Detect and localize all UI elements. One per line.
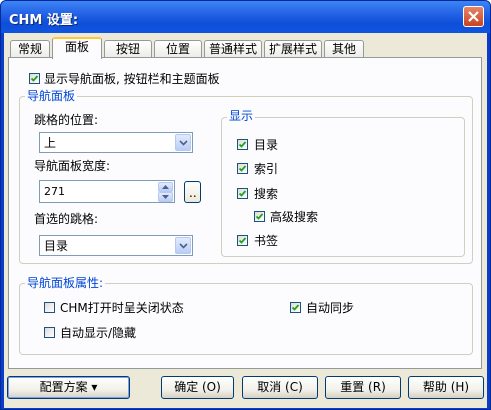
tab-extended-style[interactable]: 扩展样式	[264, 40, 322, 58]
show-search-checkbox[interactable]	[237, 188, 248, 199]
show-advanced-search-checkbox[interactable]	[254, 211, 265, 222]
display-group-title: 显示	[227, 109, 256, 123]
tab-normal-style[interactable]: 普通样式	[204, 40, 262, 58]
show-index-label: 索引	[254, 162, 279, 176]
nav-props-group	[19, 283, 473, 355]
show-panes-checkbox[interactable]	[29, 73, 40, 84]
tab-panel[interactable]: 面板	[52, 37, 102, 59]
auto-sync-label: 自动同步	[306, 301, 355, 315]
spin-up-button[interactable]	[158, 182, 173, 192]
auto-show-hide-checkbox[interactable]	[44, 327, 55, 338]
closed-on-open-checkbox[interactable]	[44, 302, 55, 313]
tab-strip: 常规 面板 按钮 位置 普通样式 扩展样式 其他	[8, 37, 484, 59]
help-button[interactable]: 帮助 (H)	[408, 376, 484, 399]
spin-down-button[interactable]	[158, 192, 173, 202]
close-button[interactable]	[463, 6, 484, 27]
auto-sync-checkbox[interactable]	[290, 302, 301, 313]
tab-position-value: 上	[44, 136, 57, 150]
dropdown-button[interactable]	[175, 134, 191, 151]
preferred-tab-dropdown[interactable]: 目录	[39, 235, 193, 256]
tab-general[interactable]: 常规	[10, 40, 50, 58]
tab-other[interactable]: 其他	[324, 40, 364, 58]
chevron-down-icon	[179, 243, 188, 249]
dialog-window: CHM 设置: 常规 面板 按钮 位置 普通样式 扩展样式 其他 显示导航面板,…	[0, 0, 491, 410]
checkmark-icon	[238, 141, 247, 148]
closed-on-open-label: CHM打开时呈关闭状态	[60, 301, 184, 315]
tab-page-panel: 显示导航面板, 按钮栏和主题面板 导航面板 跳格的位置: 上 导航面板宽度: 2…	[8, 57, 482, 369]
show-contents-checkbox[interactable]	[237, 139, 248, 150]
config-scheme-button[interactable]: 配置方案 ▾	[7, 376, 130, 399]
tab-position[interactable]: 位置	[154, 40, 202, 58]
nav-props-group-title: 导航面板属性:	[25, 276, 106, 290]
reset-button[interactable]: 重置 (R)	[325, 376, 401, 399]
checkmark-icon	[255, 213, 264, 220]
checkmark-icon	[291, 304, 300, 311]
dropdown-button[interactable]	[175, 237, 191, 254]
nav-width-spinbox[interactable]: 271	[39, 180, 175, 203]
show-panes-label: 显示导航面板, 按钮栏和主题面板	[44, 72, 220, 86]
nav-panel-group-title: 导航面板	[25, 89, 78, 103]
nav-width-label: 导航面板宽度:	[34, 159, 111, 173]
show-bookmarks-checkbox[interactable]	[237, 235, 248, 246]
show-contents-label: 目录	[254, 138, 279, 152]
browse-button[interactable]: ..	[184, 181, 201, 203]
show-advanced-search-label: 高级搜索	[270, 210, 319, 224]
preferred-tab-value: 目录	[44, 239, 69, 253]
cancel-button[interactable]: 取消 (C)	[242, 376, 318, 399]
browse-button-label: ..	[189, 186, 197, 200]
arrow-down-icon	[162, 195, 169, 199]
checkmark-icon	[238, 237, 247, 244]
tab-position-dropdown[interactable]: 上	[39, 132, 193, 153]
show-search-label: 搜索	[254, 187, 279, 201]
checkmark-icon	[30, 75, 39, 82]
show-bookmarks-label: 书签	[254, 234, 279, 248]
tab-buttons[interactable]: 按钮	[104, 40, 152, 58]
arrow-up-icon	[162, 185, 169, 189]
window-title: CHM 设置:	[9, 13, 79, 28]
dialog-client: 常规 面板 按钮 位置 普通样式 扩展样式 其他 显示导航面板, 按钮栏和主题面…	[4, 33, 487, 408]
ok-button[interactable]: 确定 (O)	[161, 376, 234, 399]
title-bar[interactable]: CHM 设置:	[1, 1, 490, 33]
preferred-tab-label: 首选的跳格:	[34, 212, 99, 226]
tab-position-label: 跳格的位置:	[34, 113, 99, 127]
auto-show-hide-label: 自动显示/隐藏	[60, 326, 137, 340]
close-icon	[468, 11, 479, 22]
show-index-checkbox[interactable]	[237, 163, 248, 174]
chevron-down-icon	[179, 140, 188, 146]
checkmark-icon	[238, 165, 247, 172]
checkmark-icon	[238, 190, 247, 197]
nav-width-value: 271	[44, 185, 65, 198]
